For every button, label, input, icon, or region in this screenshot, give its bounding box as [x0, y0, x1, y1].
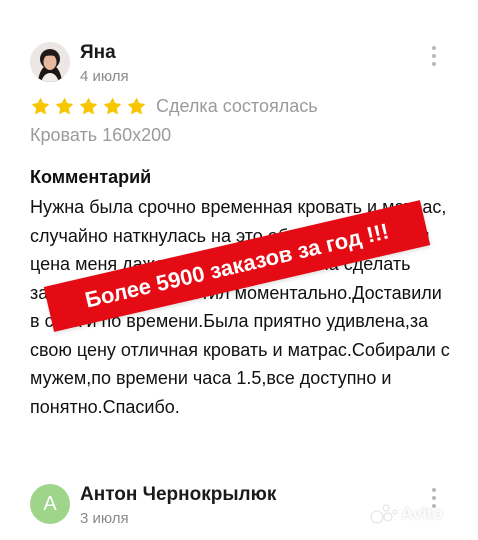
- deal-status: Сделка состоялась: [156, 95, 318, 116]
- user-avatar-photo: [30, 42, 70, 82]
- avito-logo-icon: [370, 504, 398, 524]
- avatar[interactable]: А: [30, 484, 70, 524]
- rating-stars: [30, 96, 147, 117]
- star-icon: [79, 97, 98, 114]
- rating-row: Сделка состоялась: [30, 94, 318, 118]
- comment-heading: Комментарий: [30, 167, 152, 187]
- review-date: 4 июля: [80, 68, 129, 85]
- star-icon: [127, 97, 146, 114]
- star-icon: [31, 97, 50, 114]
- watermark: Avito: [370, 503, 443, 525]
- star-icon: [55, 97, 74, 114]
- author-name[interactable]: Яна: [80, 42, 116, 64]
- watermark-text: Avito: [401, 504, 443, 523]
- author-name[interactable]: Антон Чернокрылюк: [80, 484, 276, 506]
- more-vertical-icon[interactable]: [430, 46, 438, 68]
- star-icon: [103, 97, 122, 114]
- product-name: Кровать 160х200: [30, 125, 172, 145]
- avatar[interactable]: [30, 42, 70, 82]
- review-date: 3 июля: [80, 510, 129, 527]
